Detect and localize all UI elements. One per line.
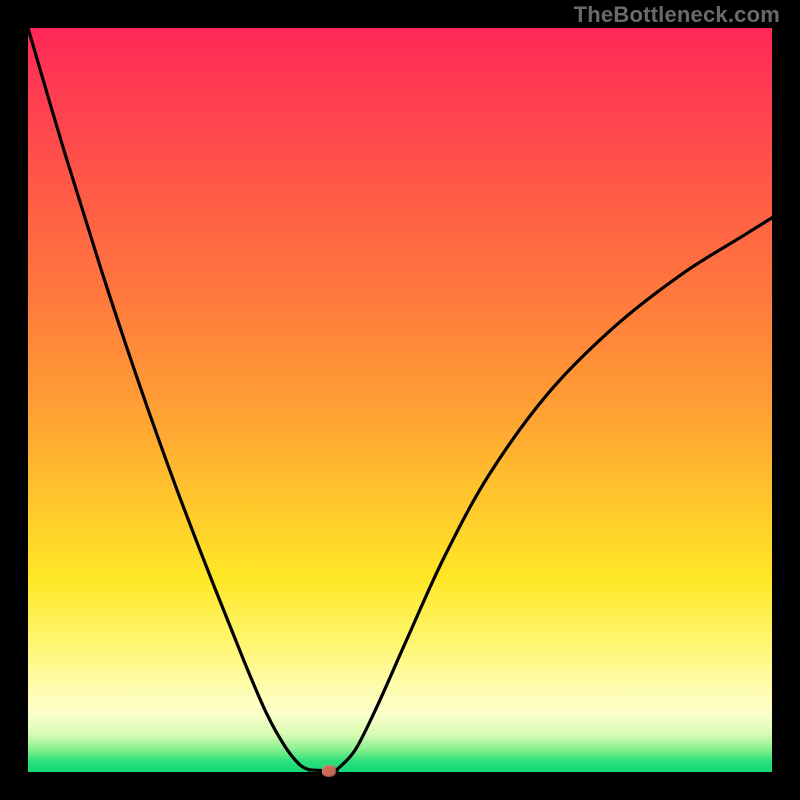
plot-area (28, 28, 772, 772)
minimum-marker (322, 765, 336, 777)
curve-svg (28, 28, 772, 772)
chart-frame: TheBottleneck.com (0, 0, 800, 800)
watermark-text: TheBottleneck.com (574, 2, 780, 28)
bottleneck-curve (28, 28, 772, 771)
